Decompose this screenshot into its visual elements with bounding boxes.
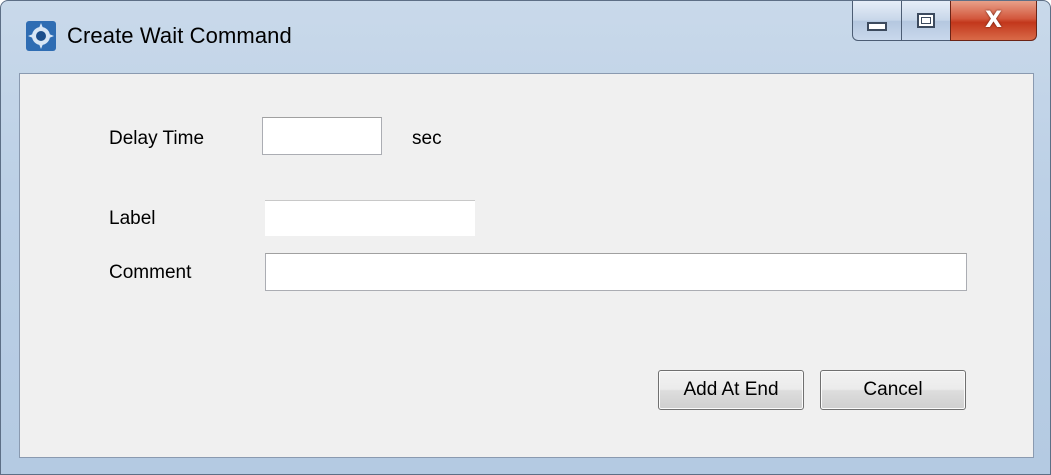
close-button[interactable]: X: [950, 1, 1037, 41]
delay-time-unit: sec: [412, 128, 442, 149]
comment-field-label: Comment: [109, 262, 192, 283]
comment-input[interactable]: [265, 253, 967, 291]
dialog-window: Create Wait Command X Delay Time sec Lab…: [0, 0, 1051, 475]
close-icon: X: [985, 8, 1002, 33]
delay-time-input[interactable]: [262, 117, 382, 155]
dialog-client-area: Delay Time sec Label Comment Add At End …: [19, 73, 1034, 458]
maximize-button[interactable]: [901, 1, 951, 41]
window-title: Create Wait Command: [67, 23, 292, 48]
minimize-button[interactable]: [852, 1, 902, 41]
maximize-icon: [917, 13, 935, 28]
minimize-icon: [867, 22, 887, 31]
add-at-end-button[interactable]: Add At End: [658, 370, 804, 410]
label-field-label: Label: [109, 208, 156, 229]
delay-time-label: Delay Time: [109, 128, 205, 149]
label-input[interactable]: [265, 200, 475, 236]
gear-app-icon: [26, 21, 56, 51]
title-bar[interactable]: Create Wait Command X: [1, 1, 1050, 73]
cancel-button[interactable]: Cancel: [820, 370, 966, 410]
